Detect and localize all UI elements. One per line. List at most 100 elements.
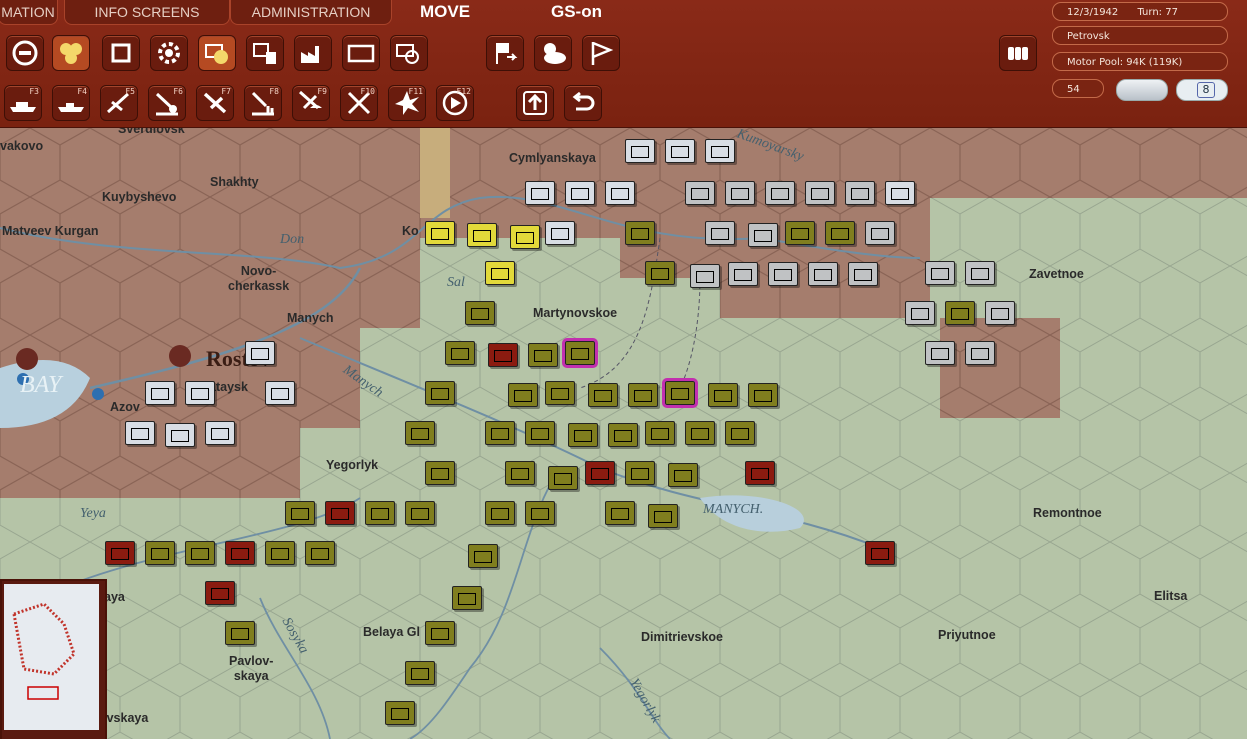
- ship-button[interactable]: F4: [52, 85, 90, 121]
- unit-counter[interactable]: [485, 501, 515, 525]
- unit-counter[interactable]: [608, 423, 638, 447]
- unit-counter[interactable]: [845, 181, 875, 205]
- unit-counter[interactable]: [605, 181, 635, 205]
- unit-counter[interactable]: [585, 461, 615, 485]
- unit-counter[interactable]: [548, 466, 578, 490]
- unit-counter[interactable]: [965, 261, 995, 285]
- unit-counter[interactable]: [205, 581, 235, 605]
- unit-counter[interactable]: [508, 383, 538, 407]
- unit-counter[interactable]: [245, 341, 275, 365]
- naval-button[interactable]: F3: [4, 85, 42, 121]
- unit-counter[interactable]: [465, 301, 495, 325]
- unit-counter[interactable]: [685, 181, 715, 205]
- unit-counter[interactable]: [425, 461, 455, 485]
- unit-counter[interactable]: [825, 221, 855, 245]
- unit-counter[interactable]: [525, 421, 555, 445]
- unit-counter[interactable]: [925, 341, 955, 365]
- unit-counter[interactable]: [452, 586, 482, 610]
- unit-counter[interactable]: [185, 381, 215, 405]
- flag-button[interactable]: [582, 35, 620, 71]
- unit-counter[interactable]: [708, 383, 738, 407]
- selected-unit-counter[interactable]: [662, 378, 698, 408]
- truck-button[interactable]: [390, 35, 428, 71]
- unit-counter[interactable]: [728, 262, 758, 286]
- unit-counter[interactable]: [808, 262, 838, 286]
- unit-counter[interactable]: [405, 661, 435, 685]
- minus-button[interactable]: [6, 35, 44, 71]
- minimap-view[interactable]: [4, 584, 99, 730]
- box-button[interactable]: [342, 35, 380, 71]
- unit-counter[interactable]: [725, 421, 755, 445]
- minimap[interactable]: [0, 579, 107, 739]
- unit-counter[interactable]: [748, 383, 778, 407]
- unit-counter[interactable]: [725, 181, 755, 205]
- hex-select-button[interactable]: [52, 35, 90, 71]
- unit-counter[interactable]: [805, 181, 835, 205]
- unit-counter[interactable]: [510, 225, 540, 249]
- unit-counter[interactable]: [425, 381, 455, 405]
- unit-counter[interactable]: [645, 421, 675, 445]
- unit-counter[interactable]: [625, 461, 655, 485]
- unit-counter[interactable]: [365, 501, 395, 525]
- undo-button[interactable]: [564, 85, 602, 121]
- unit-counter[interactable]: [385, 701, 415, 725]
- unit-counter[interactable]: [205, 421, 235, 445]
- unit-counter[interactable]: [628, 383, 658, 407]
- tab-mation[interactable]: MATION: [0, 0, 58, 25]
- unit-counter[interactable]: [485, 421, 515, 445]
- unit-counter[interactable]: [165, 423, 195, 447]
- unit-counter[interactable]: [405, 501, 435, 525]
- unit-counter[interactable]: [745, 461, 775, 485]
- unit-counter[interactable]: [588, 383, 618, 407]
- unit-counter[interactable]: [605, 501, 635, 525]
- unit-counter[interactable]: [705, 221, 735, 245]
- counter-button[interactable]: [198, 35, 236, 71]
- unit-counter[interactable]: [665, 139, 695, 163]
- unit-counter[interactable]: [505, 461, 535, 485]
- gs-on-menu[interactable]: GS-on: [551, 2, 602, 22]
- unit-counter[interactable]: [265, 541, 295, 565]
- unit-counter[interactable]: [405, 421, 435, 445]
- unit-counter[interactable]: [985, 301, 1015, 325]
- paradrop-button[interactable]: F9: [292, 85, 330, 121]
- compass-button[interactable]: F12: [436, 85, 474, 121]
- unit-counter[interactable]: [865, 541, 895, 565]
- unit-counter[interactable]: [425, 221, 455, 245]
- unit-counter[interactable]: [467, 223, 497, 247]
- unit-counter[interactable]: [485, 261, 515, 285]
- unit-counter[interactable]: [528, 343, 558, 367]
- unit-counter[interactable]: [488, 343, 518, 367]
- factory-button[interactable]: [294, 35, 332, 71]
- unit-counter[interactable]: [105, 541, 135, 565]
- unit-counter[interactable]: [325, 501, 355, 525]
- unit-counter[interactable]: [705, 139, 735, 163]
- unit-counter[interactable]: [545, 221, 575, 245]
- unit-stack-button[interactable]: [102, 35, 140, 71]
- unit-counter[interactable]: [690, 264, 720, 288]
- unit-counter[interactable]: [785, 221, 815, 245]
- gear-button[interactable]: [150, 35, 188, 71]
- unit-counter[interactable]: [685, 421, 715, 445]
- explosion-button[interactable]: F11: [388, 85, 426, 121]
- unit-counter[interactable]: [265, 381, 295, 405]
- unit-counter[interactable]: [965, 341, 995, 365]
- unit-counter[interactable]: [225, 621, 255, 645]
- unit-counter[interactable]: [525, 181, 555, 205]
- unit-counter[interactable]: [625, 139, 655, 163]
- tab-info-screens[interactable]: INFO SCREENS: [64, 0, 230, 25]
- unit-counter[interactable]: [145, 541, 175, 565]
- city-button[interactable]: [246, 35, 284, 71]
- unit-counter[interactable]: [865, 221, 895, 245]
- unit-counter[interactable]: [545, 381, 575, 405]
- selected-unit-counter[interactable]: [562, 338, 598, 368]
- weather-button[interactable]: [534, 35, 572, 71]
- hex-map[interactable]: Sverdlovsk vakovo Kuybyshevo Shakhty Mat…: [0, 128, 1247, 739]
- unit-counter[interactable]: [625, 221, 655, 245]
- unit-counter[interactable]: [648, 504, 678, 528]
- unit-counter[interactable]: [945, 301, 975, 325]
- unit-counter[interactable]: [425, 621, 455, 645]
- move-menu[interactable]: MOVE: [420, 2, 470, 22]
- unit-counter[interactable]: [848, 262, 878, 286]
- bomb-button[interactable]: F8: [244, 85, 282, 121]
- unit-counter[interactable]: [568, 423, 598, 447]
